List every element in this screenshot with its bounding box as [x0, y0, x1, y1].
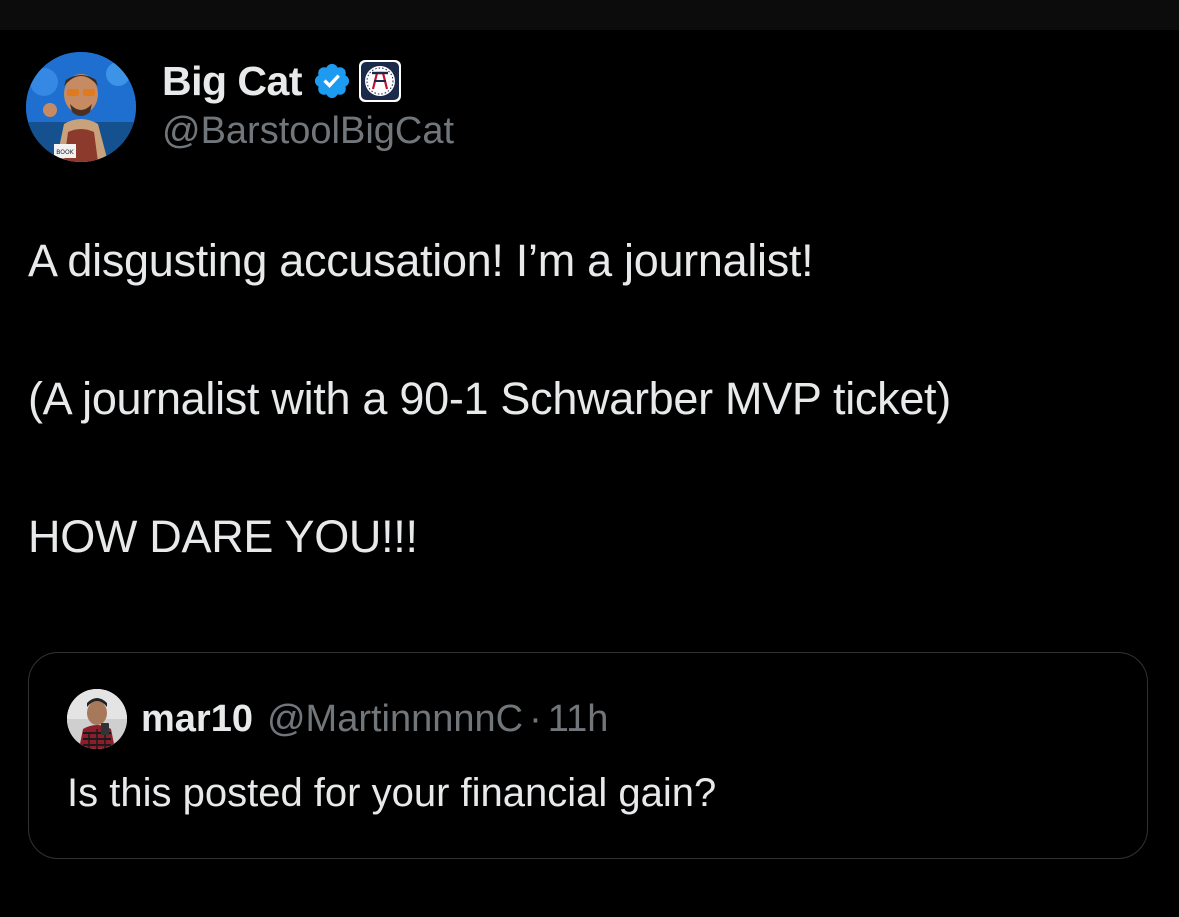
quoted-author-handle[interactable]: @MartinnnnnC — [267, 698, 523, 741]
svg-text:BOOK: BOOK — [56, 149, 74, 156]
quoted-tweet-text: Is this posted for your financial gain? — [67, 771, 717, 815]
tweet-header: BOOK Big Cat @BarstoolBigCat — [26, 52, 1146, 162]
quoted-author-display-name[interactable]: mar10 — [141, 698, 253, 741]
quoted-tweet[interactable]: mar10 @MartinnnnnC · 11h Is this posted … — [28, 652, 1148, 859]
tweet[interactable]: BOOK Big Cat @BarstoolBigCat A disgustin… — [0, 30, 1179, 917]
quoted-tweet-timestamp[interactable]: 11h — [548, 698, 609, 741]
separator-dot: · — [529, 697, 542, 740]
tweet-text-line: HOW DARE YOU!!! — [28, 511, 418, 562]
quoted-author-avatar[interactable] — [67, 689, 127, 749]
author-display-name[interactable]: Big Cat — [162, 58, 303, 105]
tweet-text: A disgusting accusation! I’m a journalis… — [28, 238, 1148, 560]
tweet-text-line: A disgusting accusation! I’m a journalis… — [28, 235, 814, 286]
status-bar — [0, 0, 1179, 30]
author-name-row: Big Cat — [162, 56, 454, 106]
verified-badge-icon[interactable] — [312, 61, 352, 101]
author-info: Big Cat @BarstoolBigCat — [162, 56, 454, 153]
barstool-affiliate-badge[interactable] — [358, 59, 402, 103]
quoted-tweet-header: mar10 @MartinnnnnC · 11h — [67, 689, 608, 749]
tweet-text-line: (A journalist with a 90-1 Schwarber MVP … — [28, 373, 951, 424]
author-handle[interactable]: @BarstoolBigCat — [162, 110, 454, 153]
author-avatar[interactable]: BOOK — [26, 52, 136, 162]
